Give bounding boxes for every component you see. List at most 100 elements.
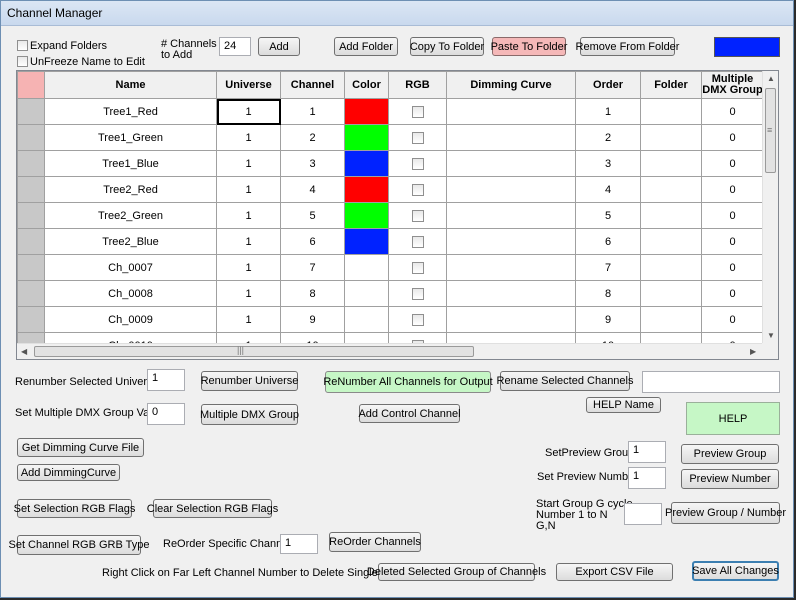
cell-folder[interactable] bbox=[640, 176, 702, 203]
table-row[interactable]: Ch_0009 1 9 9 0 bbox=[17, 306, 764, 333]
preview-group-number-button[interactable]: Preview Group / Number bbox=[665, 502, 786, 524]
table-row[interactable]: Tree1_Blue 1 3 3 0 bbox=[17, 150, 764, 177]
cell-color[interactable] bbox=[344, 228, 389, 255]
scroll-right-icon[interactable]: ▶ bbox=[750, 347, 756, 356]
cell-multiple-dmx-group[interactable]: 0 bbox=[701, 124, 764, 151]
row-header[interactable] bbox=[17, 254, 45, 281]
cell-color[interactable] bbox=[344, 280, 389, 307]
cell-channel[interactable]: 6 bbox=[280, 228, 345, 255]
export-csv-button[interactable]: Export CSV File bbox=[556, 563, 673, 581]
multiple-dmx-group-button[interactable]: Multiple DMX Group bbox=[200, 404, 299, 425]
table-row[interactable]: Tree1_Green 1 2 2 0 bbox=[17, 124, 764, 151]
cell-universe[interactable]: 1 bbox=[216, 202, 281, 229]
cell-name[interactable]: Tree1_Green bbox=[44, 124, 217, 151]
delete-selected-group-button[interactable]: Deleted Selected Group of Channels bbox=[367, 563, 546, 581]
table-row[interactable]: Ch_0007 1 7 7 0 bbox=[17, 254, 764, 281]
add-dimming-curve-button[interactable]: Add DimmingCurve bbox=[17, 464, 120, 481]
cell-color[interactable] bbox=[344, 98, 389, 125]
renumber-all-button[interactable]: ReNumber All Channels for Output bbox=[323, 371, 493, 393]
cell-name[interactable]: Ch_0008 bbox=[44, 280, 217, 307]
row-header[interactable] bbox=[17, 280, 45, 307]
cell-folder[interactable] bbox=[640, 280, 702, 307]
set-preview-group-input[interactable]: 1 bbox=[628, 441, 666, 463]
cell-color[interactable] bbox=[344, 150, 389, 177]
paste-to-folder-button[interactable]: Paste To Folder bbox=[491, 37, 567, 56]
cell-universe[interactable]: 1 bbox=[216, 228, 281, 255]
row-header[interactable] bbox=[17, 150, 45, 177]
preview-group-button[interactable]: Preview Group bbox=[681, 444, 779, 464]
cell-color[interactable] bbox=[344, 124, 389, 151]
channel-grid[interactable]: Name Universe Channel Color RGB Dimming … bbox=[16, 70, 779, 360]
cell-folder[interactable] bbox=[640, 306, 702, 333]
cell-multiple-dmx-group[interactable]: 0 bbox=[701, 150, 764, 177]
scroll-down-icon[interactable]: ▼ bbox=[767, 331, 775, 340]
cell-dimming-curve[interactable] bbox=[446, 306, 576, 333]
help-name-button[interactable]: HELP Name bbox=[586, 397, 661, 413]
cell-channel[interactable]: 5 bbox=[280, 202, 345, 229]
cell-order[interactable]: 7 bbox=[575, 254, 641, 281]
header-order[interactable]: Order bbox=[575, 71, 641, 99]
cell-rgb[interactable] bbox=[388, 306, 447, 333]
cell-rgb[interactable] bbox=[388, 150, 447, 177]
row-header[interactable] bbox=[17, 306, 45, 333]
add-folder-button[interactable]: Add Folder bbox=[334, 37, 398, 56]
channels-to-add-input[interactable]: 24 bbox=[219, 37, 251, 56]
cell-dimming-curve[interactable] bbox=[446, 176, 576, 203]
cell-channel[interactable]: 2 bbox=[280, 124, 345, 151]
table-row[interactable]: Ch_0008 1 8 8 0 bbox=[17, 280, 764, 307]
cell-channel[interactable]: 4 bbox=[280, 176, 345, 203]
cell-channel[interactable]: 1 bbox=[280, 98, 345, 125]
expand-folders-checkbox[interactable] bbox=[17, 40, 28, 51]
cell-channel[interactable]: 7 bbox=[280, 254, 345, 281]
cell-universe[interactable]: 1 bbox=[216, 254, 281, 281]
cell-multiple-dmx-group[interactable]: 0 bbox=[701, 98, 764, 125]
row-header[interactable] bbox=[17, 124, 45, 151]
multi-dmx-input[interactable]: 0 bbox=[147, 403, 185, 425]
cell-order[interactable]: 2 bbox=[575, 124, 641, 151]
cell-color[interactable] bbox=[344, 202, 389, 229]
horizontal-scroll-thumb[interactable] bbox=[34, 346, 474, 357]
cell-multiple-dmx-group[interactable]: 0 bbox=[701, 254, 764, 281]
cell-universe[interactable]: 1 bbox=[216, 176, 281, 203]
cell-rgb[interactable] bbox=[388, 254, 447, 281]
save-all-changes-button[interactable]: Save All Changes bbox=[692, 561, 779, 581]
start-group-input[interactable] bbox=[624, 503, 662, 525]
table-row[interactable]: Tree2_Green 1 5 5 0 bbox=[17, 202, 764, 229]
cell-color[interactable] bbox=[344, 176, 389, 203]
cell-multiple-dmx-group[interactable]: 0 bbox=[701, 176, 764, 203]
rgb-checkbox[interactable] bbox=[411, 287, 424, 300]
cell-universe[interactable]: 1 bbox=[216, 98, 281, 125]
rgb-checkbox[interactable] bbox=[411, 131, 424, 144]
cell-name[interactable]: Tree1_Red bbox=[44, 98, 217, 125]
cell-channel[interactable]: 3 bbox=[280, 150, 345, 177]
header-folder[interactable]: Folder bbox=[640, 71, 702, 99]
rgb-checkbox[interactable] bbox=[411, 313, 424, 326]
rename-selected-button[interactable]: Rename Selected Channels bbox=[497, 371, 634, 391]
set-preview-number-input[interactable]: 1 bbox=[628, 467, 666, 489]
cell-name[interactable]: Tree2_Blue bbox=[44, 228, 217, 255]
cell-folder[interactable] bbox=[640, 202, 702, 229]
header-multiple-dmx-group[interactable]: Multiple DMX Group bbox=[701, 71, 764, 99]
scroll-up-icon[interactable]: ▲ bbox=[767, 74, 775, 83]
header-rgb[interactable]: RGB bbox=[388, 71, 447, 99]
cell-order[interactable]: 6 bbox=[575, 228, 641, 255]
header-name[interactable]: Name bbox=[44, 71, 217, 99]
copy-to-folder-button[interactable]: Copy To Folder bbox=[410, 37, 484, 56]
row-header[interactable] bbox=[17, 228, 45, 255]
row-header[interactable] bbox=[17, 98, 45, 125]
rename-input[interactable] bbox=[642, 371, 780, 393]
cell-dimming-curve[interactable] bbox=[446, 254, 576, 281]
reorder-input[interactable]: 1 bbox=[280, 534, 318, 554]
rgb-checkbox[interactable] bbox=[411, 105, 424, 118]
cell-folder[interactable] bbox=[640, 228, 702, 255]
cell-folder[interactable] bbox=[640, 150, 702, 177]
cell-universe[interactable]: 1 bbox=[216, 124, 281, 151]
cell-channel[interactable]: 8 bbox=[280, 280, 345, 307]
cell-folder[interactable] bbox=[640, 254, 702, 281]
help-button[interactable]: HELP bbox=[686, 402, 780, 435]
cell-rgb[interactable] bbox=[388, 124, 447, 151]
cell-order[interactable]: 5 bbox=[575, 202, 641, 229]
rgb-checkbox[interactable] bbox=[411, 235, 424, 248]
renumber-universe-button[interactable]: Renumber Universe bbox=[201, 371, 298, 391]
cell-color[interactable] bbox=[344, 254, 389, 281]
